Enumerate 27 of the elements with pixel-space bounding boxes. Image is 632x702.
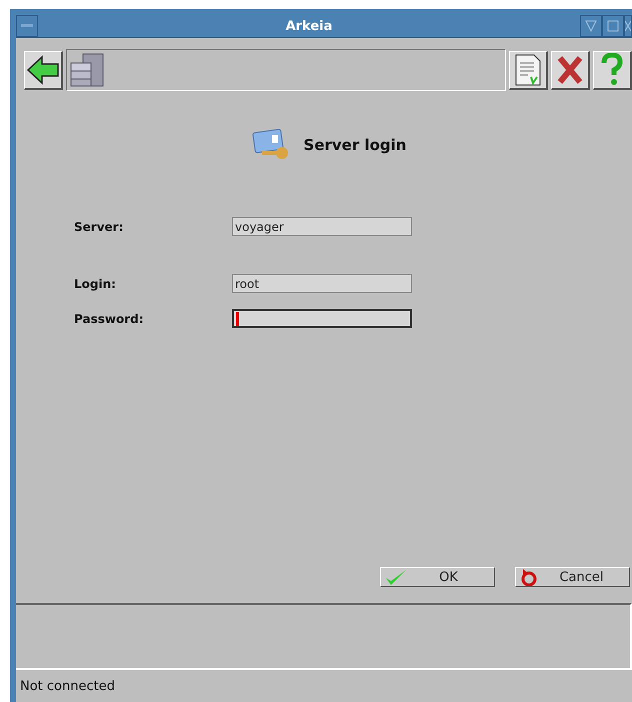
dialog-heading: Server login (304, 136, 406, 154)
window-title: Arkeia (284, 18, 334, 34)
menu-icon (21, 24, 33, 28)
square-icon (607, 20, 619, 32)
triangle-icon (585, 20, 597, 32)
new-document-button[interactable] (509, 50, 548, 90)
undo-icon (520, 568, 538, 586)
minimize-button[interactable] (580, 15, 602, 37)
pass-card-key-icon (252, 129, 290, 161)
input-field[interactable]: voyager (232, 217, 412, 236)
input-field[interactable]: root (232, 274, 412, 293)
maximize-button[interactable] (602, 15, 624, 37)
window-menu-button[interactable] (16, 15, 38, 37)
input-field[interactable] (232, 309, 412, 328)
field-label: Login: (74, 276, 117, 290)
delete-button[interactable] (551, 50, 590, 90)
back-button[interactable] (24, 50, 63, 90)
text-cursor (236, 312, 239, 326)
help-button[interactable] (593, 50, 632, 90)
checkmark-icon (385, 568, 407, 586)
status-text: Not connected (19, 678, 116, 696)
cancel-button[interactable]: Cancel (515, 567, 630, 587)
field-label: Password: (74, 312, 144, 326)
field-label: Server: (74, 220, 124, 234)
close-icon (625, 20, 631, 32)
close-button[interactable] (624, 15, 632, 37)
ok-button[interactable]: OK (380, 567, 495, 587)
